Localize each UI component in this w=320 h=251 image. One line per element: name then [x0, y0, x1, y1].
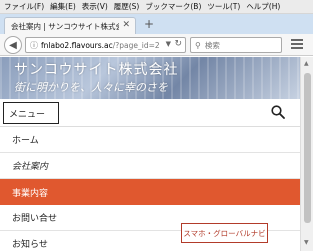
menu-file[interactable]: ファイル(F): [4, 1, 44, 12]
url-host: fnlabo2.flavours.ac: [41, 40, 113, 50]
menu-history[interactable]: 履歴(S): [114, 1, 140, 12]
nav-item-company[interactable]: 会社案内: [0, 153, 300, 179]
address-bar[interactable]: ⓘ fnlabo2.flavours.ac/?page_id=23 ▼ ↻: [25, 37, 186, 53]
url-path: /?page_id=23: [112, 40, 159, 50]
nav-item-home[interactable]: ホーム: [0, 127, 300, 153]
site-tagline: 街に明かりを、人々に幸のさを: [14, 81, 168, 94]
menu-tools[interactable]: ツール(T): [207, 1, 240, 12]
reload-icon[interactable]: ↻: [174, 39, 182, 49]
back-button[interactable]: ◀: [4, 36, 22, 54]
search-box[interactable]: ⚲: [190, 37, 282, 53]
nav-item-label: 会社案内: [12, 162, 49, 172]
nav-item-label: 事業内容: [12, 188, 49, 199]
back-arrow-icon: ◀: [9, 39, 17, 51]
scroll-up-icon[interactable]: ▲: [304, 60, 309, 67]
nav-item-label: ホーム: [12, 136, 39, 146]
nav-item-label: お知らせ: [12, 240, 48, 250]
menu-bookmarks[interactable]: ブックマーク(B): [145, 1, 201, 12]
nav-item-business[interactable]: 事業内容: [0, 179, 300, 205]
info-icon[interactable]: ⓘ: [30, 40, 38, 51]
tab-strip: 会社案内 | サンコウサイト株式会社 ✕ +: [0, 14, 313, 34]
url-text: fnlabo2.flavours.ac/?page_id=23: [41, 41, 159, 50]
scrollbar-thumb[interactable]: [304, 73, 311, 223]
web-page: サンコウサイト株式会社 街に明かりを、人々に幸のさを メニュー ホーム 会社案内…: [0, 57, 300, 251]
header-bar: メニュー: [0, 99, 300, 127]
menu-toggle-button[interactable]: メニュー: [3, 102, 59, 124]
search-icon: ⚲: [195, 40, 201, 50]
nav-item-label: お問い合せ: [12, 214, 58, 224]
hero-banner: サンコウサイト株式会社 街に明かりを、人々に幸のさを: [0, 57, 300, 99]
menu-help[interactable]: ヘルプ(H): [246, 1, 280, 12]
hamburger-menu-icon[interactable]: [291, 39, 303, 50]
tab-title: 会社案内 | サンコウサイト株式会社: [11, 21, 119, 31]
new-tab-icon[interactable]: +: [144, 17, 154, 31]
scroll-down-icon[interactable]: ▼: [304, 239, 309, 246]
browser-menubar: ファイル(F) 編集(E) 表示(V) 履歴(S) ブックマーク(B) ツール(…: [0, 0, 313, 14]
menu-toggle-label: メニュー: [9, 109, 46, 120]
annotation-badge-label: スマホ・グローバルナビ: [183, 228, 266, 238]
annotation-badge: スマホ・グローバルナビ: [181, 223, 268, 243]
menu-edit[interactable]: 編集(E): [50, 1, 76, 12]
navigation-toolbar: ◀ ⓘ fnlabo2.flavours.ac/?page_id=23 ▼ ↻ …: [0, 34, 313, 56]
menu-view[interactable]: 表示(V): [82, 1, 108, 12]
search-input[interactable]: [204, 40, 273, 50]
browser-tab[interactable]: 会社案内 | サンコウサイト株式会社 ✕: [4, 17, 136, 34]
vertical-scrollbar[interactable]: ▲ ▼: [300, 57, 313, 251]
site-title[interactable]: サンコウサイト株式会社: [14, 59, 178, 79]
site-search-icon[interactable]: [271, 105, 285, 119]
close-icon[interactable]: ✕: [122, 20, 130, 30]
chevron-down-icon[interactable]: ▼: [166, 40, 171, 48]
